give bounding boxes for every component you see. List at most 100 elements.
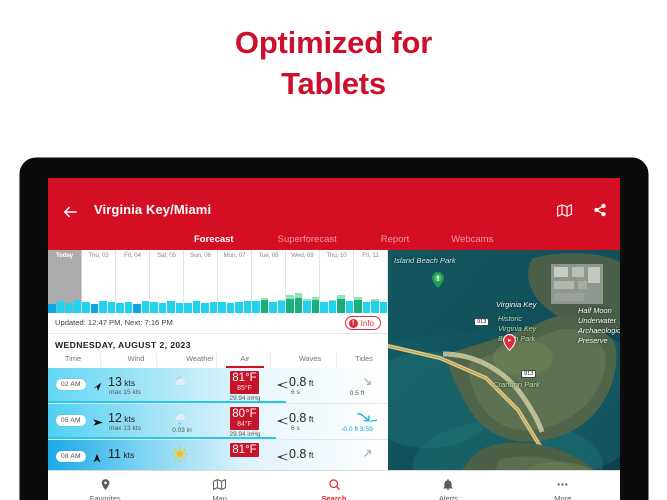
day-column[interactable]: Sat, 05	[150, 250, 184, 313]
satellite-map[interactable]: Island Beach Park Virginia Key Historic Vi…	[388, 250, 620, 500]
highway-shield-icon: 913	[474, 318, 490, 326]
column-header-air[interactable]: Air	[225, 354, 265, 363]
nav-item-more[interactable]: More	[506, 471, 620, 500]
row-air-temperature: 80°F 84°F	[230, 407, 259, 430]
wind-gust-bar	[371, 299, 379, 301]
row-time: 08 AM	[56, 451, 86, 462]
wind-bars	[116, 279, 150, 313]
wind-bars	[320, 279, 354, 313]
wind-bar	[184, 303, 192, 313]
row-wave-height: 0.8 ft	[289, 375, 314, 389]
row-wind-max: max 13 kts	[109, 425, 141, 432]
forecast-pane: Today Thu, 03 Fri, 04 Sat, 05 Sun, 06 Mon, 07…	[48, 250, 388, 500]
wind-bar	[141, 301, 150, 313]
tide-low-icon	[346, 411, 388, 424]
wave-arrow-icon	[276, 452, 288, 462]
moon-cloud-icon	[171, 374, 191, 390]
day-column[interactable]: Sun, 06	[184, 250, 218, 313]
nav-item-label: Favorites	[89, 494, 121, 500]
day-column[interactable]: Fri, 11	[354, 250, 388, 313]
island-beach-park-marker-icon[interactable]	[432, 272, 444, 288]
wind-gust-bar	[260, 298, 269, 300]
wind-bar	[243, 301, 252, 313]
wind-bar	[320, 302, 328, 313]
wind-arrow-icon	[91, 380, 104, 393]
column-divider	[100, 353, 101, 368]
wind-bar	[124, 302, 133, 313]
row-air-temp-value: 80°F	[232, 408, 257, 420]
day-column[interactable]: Fri, 04	[116, 250, 150, 313]
tablet-screen: Virginia Key/Miami Forecast Superforecas…	[48, 178, 620, 500]
wind-bars	[252, 279, 286, 313]
info-label: Info	[360, 318, 374, 328]
info-icon: !	[348, 318, 358, 328]
wind-gust-bar	[337, 295, 345, 299]
column-header-weather[interactable]: Weather	[170, 354, 230, 363]
tab-forecast[interactable]: Forecast	[194, 234, 234, 250]
location-pin-icon	[99, 478, 112, 491]
row-tide-value: 0.5 ft	[349, 390, 365, 397]
wind-bar	[99, 301, 107, 313]
wind-bar	[175, 303, 184, 313]
nav-item-map[interactable]: Map	[162, 471, 276, 500]
day-label: Thu, 03	[88, 252, 109, 259]
day-label: Today	[55, 252, 74, 259]
column-divider	[270, 353, 271, 368]
day-strip[interactable]: Today Thu, 03 Fri, 04 Sat, 05 Sun, 06 Mon, 07…	[48, 250, 388, 313]
tab-webcams[interactable]: Webcams	[451, 234, 493, 250]
day-label: Sat, 05	[157, 252, 176, 259]
day-column[interactable]: Today	[48, 250, 82, 313]
wind-bar	[226, 303, 235, 313]
share-icon[interactable]	[590, 200, 610, 220]
map-icon[interactable]	[554, 200, 574, 220]
wind-bar	[56, 301, 65, 313]
bell-icon	[442, 478, 454, 491]
column-header-tides[interactable]: Tides	[339, 354, 388, 363]
column-header-time[interactable]: Time	[48, 354, 98, 363]
current-spot-marker-icon[interactable]	[503, 334, 516, 351]
column-header-waves[interactable]: Waves	[280, 354, 340, 363]
day-column[interactable]: Mon, 07	[218, 250, 252, 313]
wind-bar	[48, 304, 56, 313]
screenshot-root: Optimized for Tablets Virginia Key/Miami	[0, 0, 667, 500]
wave-arrow-icon	[276, 380, 288, 390]
day-label: Thu, 10	[326, 252, 347, 259]
tab-report[interactable]: Report	[381, 234, 410, 250]
wind-bar	[252, 301, 260, 313]
wind-bars	[218, 279, 252, 313]
wind-bar	[107, 302, 116, 313]
row-wave-height: 0.8 ft	[289, 447, 314, 461]
nav-item-favorites[interactable]: Favorites	[48, 471, 162, 500]
wind-gust-bar	[277, 300, 286, 301]
nav-item-label: Search	[321, 494, 347, 500]
tab-superforecast[interactable]: Superforecast	[278, 234, 337, 250]
wind-bar	[260, 300, 269, 313]
map-pane[interactable]: Island Beach Park Virginia Key Historic Vi…	[388, 250, 620, 500]
wind-bar	[65, 303, 73, 313]
forecast-row[interactable]: 05 AM 12 kts max 13 kts 0.03 in 80°F 84°F 29.9…	[48, 404, 388, 440]
row-wind-speed: 13 kts	[108, 375, 136, 389]
updated-row: Updated: 12:47 PM, Next: 7:16 PM ! Info	[48, 313, 388, 334]
wind-bar	[277, 301, 286, 313]
search-icon	[328, 478, 341, 491]
row-pressure: 29.94 inHg	[229, 395, 261, 402]
wind-arrow-icon	[91, 452, 104, 465]
row-pressure: 29.94 inHg	[229, 431, 261, 438]
day-column[interactable]: Wed, 09	[286, 250, 320, 313]
info-badge[interactable]: ! Info	[344, 316, 381, 330]
day-column[interactable]: Thu, 03	[82, 250, 116, 313]
day-column[interactable]: Tue, 08	[252, 250, 286, 313]
nav-item-search[interactable]: Search	[277, 471, 391, 500]
column-header-wind[interactable]: Wind	[106, 354, 166, 363]
forecast-row[interactable]: 02 AM 13 kts max 15 kts 81°F 85°F 29.94 inHg 0…	[48, 368, 388, 404]
back-arrow-icon[interactable]	[58, 200, 82, 224]
wind-bar	[158, 303, 167, 313]
promo-line-2: Tablets	[281, 66, 386, 101]
nav-item-alerts[interactable]: Alerts	[391, 471, 505, 500]
page-title: Optimized for Tablets	[0, 22, 667, 104]
promo-line-1: Optimized for	[234, 25, 433, 60]
row-time: 02 AM	[56, 379, 86, 390]
row-air-feels-like: 84°F	[237, 421, 252, 428]
day-column[interactable]: Thu, 10	[320, 250, 354, 313]
wind-arrow-icon	[91, 416, 104, 429]
